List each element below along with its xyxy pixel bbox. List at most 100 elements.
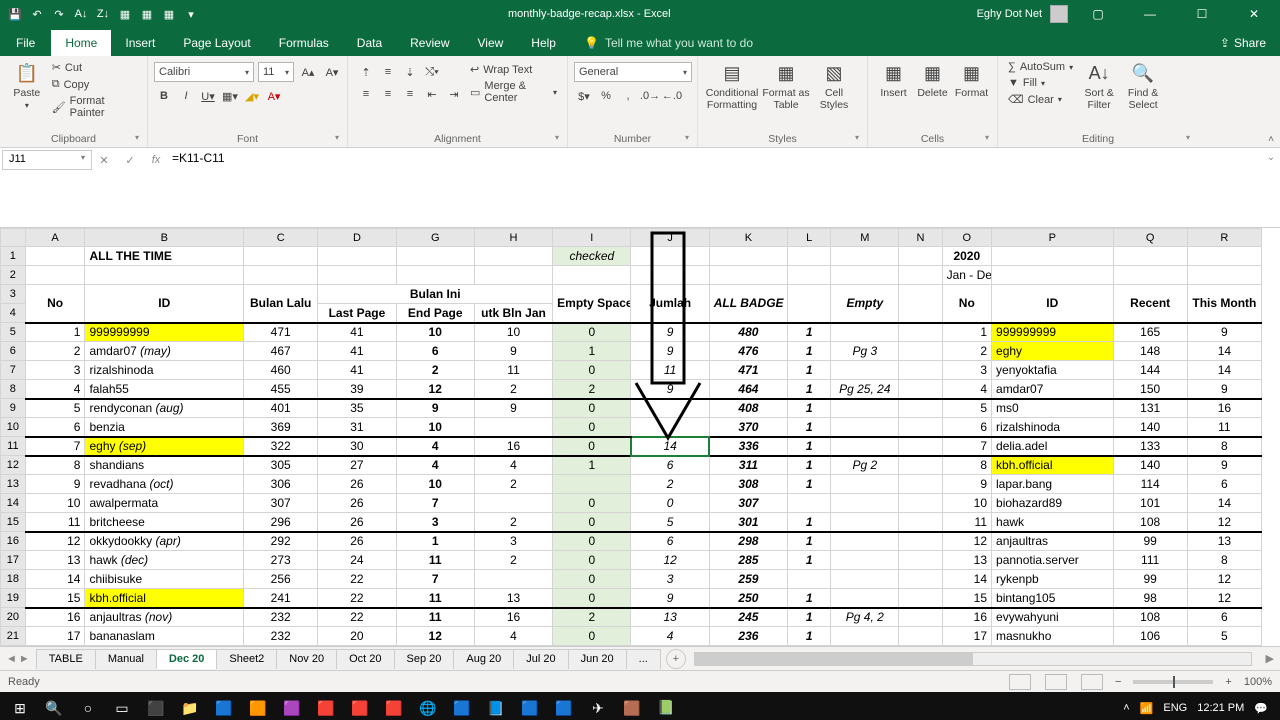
font-size-combo[interactable]: 11▾ xyxy=(258,62,294,82)
cell[interactable]: 2 xyxy=(631,475,709,494)
ribbon-options-icon[interactable]: ▢ xyxy=(1076,0,1120,28)
chrome-icon[interactable]: 🌐 xyxy=(412,694,444,720)
select-all-corner[interactable] xyxy=(1,229,26,247)
app9-icon[interactable]: 🟦 xyxy=(514,694,546,720)
col-header-N[interactable]: N xyxy=(899,229,942,247)
app4-icon[interactable]: 🟪 xyxy=(276,694,308,720)
normal-view-icon[interactable] xyxy=(1009,674,1031,690)
sheet-tab[interactable]: Sheet2 xyxy=(216,649,277,669)
fx-icon[interactable]: fx xyxy=(146,150,166,170)
tab-formulas[interactable]: Formulas xyxy=(265,30,343,56)
app3-icon[interactable]: 🟧 xyxy=(242,694,274,720)
cell[interactable]: 6 xyxy=(631,456,709,475)
increase-decimal-icon[interactable]: .0→ xyxy=(640,86,660,106)
insert-cells-button[interactable]: ▦Insert xyxy=(874,58,913,104)
indent-dec-icon[interactable]: ⇤ xyxy=(422,84,442,104)
align-center-icon[interactable]: ≡ xyxy=(378,84,398,104)
word-icon[interactable]: 📘 xyxy=(480,694,512,720)
find-select-button[interactable]: 🔍Find & Select xyxy=(1121,58,1165,115)
clear-button[interactable]: ⌫Clear▾ xyxy=(1006,92,1075,107)
network-icon[interactable]: 📶 xyxy=(1140,702,1154,715)
maximize-icon[interactable]: ☐ xyxy=(1180,0,1224,28)
col-header-O[interactable]: O xyxy=(942,229,991,247)
cell[interactable]: 6 xyxy=(631,532,709,551)
app2-icon[interactable]: 🟦 xyxy=(208,694,240,720)
close-icon[interactable]: ✕ xyxy=(1232,0,1276,28)
bold-button[interactable]: B xyxy=(154,86,174,106)
tab-page-layout[interactable]: Page Layout xyxy=(169,30,264,56)
copy-button[interactable]: ⧉Copy xyxy=(50,77,139,92)
horizontal-scrollbar[interactable] xyxy=(694,652,1252,666)
telegram-icon[interactable]: ✈ xyxy=(582,694,614,720)
cell[interactable]: 9 xyxy=(631,380,709,399)
avatar[interactable] xyxy=(1050,5,1068,23)
format-as-table-button[interactable]: ▦Format as Table xyxy=(760,58,812,115)
align-middle-icon[interactable]: ≡ xyxy=(378,62,398,82)
cortana-icon[interactable]: ○ xyxy=(72,694,104,720)
sheet-tab[interactable]: TABLE xyxy=(36,649,96,669)
sheet-tab[interactable]: Jul 20 xyxy=(513,649,568,669)
zoom-slider[interactable] xyxy=(1133,680,1213,684)
font-color-button[interactable]: A▾ xyxy=(264,86,284,106)
cell[interactable]: 4 xyxy=(631,627,709,646)
tab-review[interactable]: Review xyxy=(396,30,463,56)
col-header-L[interactable]: L xyxy=(788,229,831,247)
col-header-M[interactable]: M xyxy=(831,229,899,247)
sort-asc-icon[interactable]: A↓ xyxy=(72,5,90,23)
qat-more-icon[interactable]: ▾ xyxy=(182,5,200,23)
enter-icon[interactable]: ✓ xyxy=(120,150,140,170)
app11-icon[interactable]: 🟫 xyxy=(616,694,648,720)
tab-data[interactable]: Data xyxy=(343,30,396,56)
sheet-tab[interactable]: Aug 20 xyxy=(453,649,514,669)
sheet-tab[interactable]: Oct 20 xyxy=(336,649,394,669)
redo-icon[interactable]: ↷ xyxy=(50,5,68,23)
save-icon[interactable]: 💾 xyxy=(6,5,24,23)
col-header-Q[interactable]: Q xyxy=(1113,229,1187,247)
sheet-tab[interactable]: ... xyxy=(626,649,661,669)
align-bottom-icon[interactable]: ⇣ xyxy=(400,62,420,82)
cell[interactable] xyxy=(631,418,709,437)
sort-desc-icon[interactable]: Z↓ xyxy=(94,5,112,23)
cell[interactable]: 3 xyxy=(631,570,709,589)
sheet-tab[interactable]: Sep 20 xyxy=(394,649,455,669)
col-header-B[interactable]: B xyxy=(85,229,244,247)
tab-scroll-left-icon[interactable]: ◄ xyxy=(6,653,17,665)
orientation-icon[interactable]: ⤭▾ xyxy=(422,62,442,82)
increase-font-icon[interactable]: A▴ xyxy=(298,62,318,82)
clock[interactable]: 12:21 PM xyxy=(1197,702,1244,714)
zoom-in-icon[interactable]: + xyxy=(1225,676,1231,688)
comma-icon[interactable]: , xyxy=(618,86,638,106)
col-header-C[interactable]: C xyxy=(244,229,318,247)
indent-inc-icon[interactable]: ⇥ xyxy=(444,84,464,104)
app-icon[interactable]: ⬛ xyxy=(140,694,172,720)
tab-help[interactable]: Help xyxy=(517,30,570,56)
align-top-icon[interactable]: ⇡ xyxy=(356,62,376,82)
taskview-icon[interactable]: ▭ xyxy=(106,694,138,720)
page-layout-view-icon[interactable] xyxy=(1045,674,1067,690)
cell[interactable]: 0 xyxy=(631,494,709,513)
worksheet-grid[interactable]: ABCDGHIJKLMNOPQR1ALL THE TIMEchecked2020… xyxy=(0,228,1280,646)
format-painter-button[interactable]: 🖌Format Painter xyxy=(50,94,139,120)
delete-cells-button[interactable]: ▦Delete xyxy=(913,58,952,104)
share-button[interactable]: ⇪Share xyxy=(1206,30,1280,56)
selected-cell[interactable]: 14 xyxy=(631,437,709,456)
expand-formula-bar-icon[interactable]: ⌄ xyxy=(1262,148,1280,227)
fill-color-button[interactable]: ◢▾ xyxy=(242,86,262,106)
col-header-J[interactable]: J xyxy=(631,229,709,247)
qat-icon-1[interactable]: ▦ xyxy=(116,5,134,23)
excel-icon[interactable]: 📗 xyxy=(650,694,682,720)
search-icon[interactable]: 🔍 xyxy=(38,694,70,720)
border-button[interactable]: ▦▾ xyxy=(220,86,240,106)
undo-icon[interactable]: ↶ xyxy=(28,5,46,23)
sheet-tab[interactable]: Dec 20 xyxy=(156,649,217,669)
sheet-tab[interactable]: Nov 20 xyxy=(276,649,337,669)
merge-center-button[interactable]: ▭Merge & Center▾ xyxy=(468,79,559,105)
format-cells-button[interactable]: ▦Format xyxy=(952,58,991,104)
wrap-text-button[interactable]: ↩Wrap Text xyxy=(468,62,559,77)
decrease-decimal-icon[interactable]: ←.0 xyxy=(662,86,682,106)
tray-chevron-icon[interactable]: ˄ xyxy=(1123,702,1129,714)
app10-icon[interactable]: 🟦 xyxy=(548,694,580,720)
col-header-K[interactable]: K xyxy=(709,229,787,247)
fill-button[interactable]: ▼Fill▾ xyxy=(1006,76,1075,90)
qat-icon-2[interactable]: ▦ xyxy=(138,5,156,23)
